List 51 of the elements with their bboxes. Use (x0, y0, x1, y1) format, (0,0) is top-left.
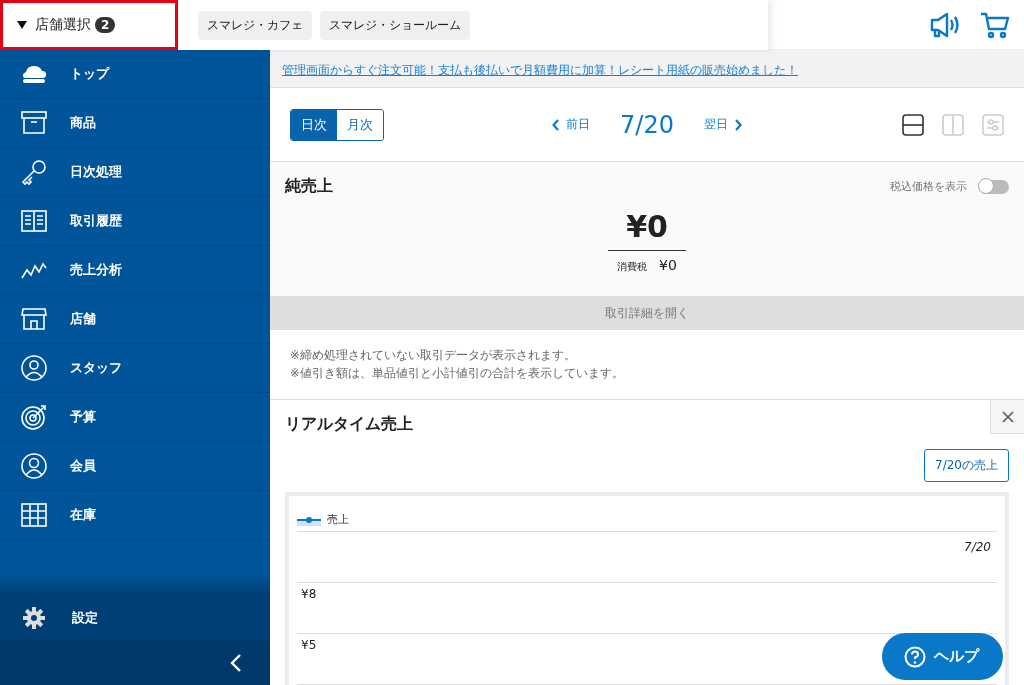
store-chip[interactable]: スマレジ・ショールーム (320, 10, 470, 40)
view-mode-button[interactable] (902, 113, 924, 136)
store-chip[interactable]: スマレジ・カフェ (198, 10, 312, 40)
close-icon (1001, 410, 1014, 423)
next-day-link[interactable]: 翌日 (703, 116, 742, 133)
y-axis-label: ¥5 (301, 638, 317, 652)
split-rows-icon (902, 113, 924, 136)
storefront-icon (20, 305, 48, 333)
sliders-icon (982, 113, 1004, 136)
person-icon (20, 452, 48, 480)
megaphone-button[interactable] (930, 10, 960, 39)
book-icon (20, 207, 48, 235)
note-text: ※値引き額は、単品値引と小計値引の合計を表示しています。 (290, 366, 625, 381)
settings-icon (22, 605, 46, 630)
key-icon (20, 158, 48, 186)
net-sales-amount: ¥0 (608, 209, 686, 251)
cart-icon (980, 10, 1010, 39)
period-tab[interactable]: 日次 (291, 109, 337, 140)
megaphone-icon (930, 10, 960, 39)
section-title: リアルタイム売上 (285, 414, 413, 433)
store-count-badge: 2 (95, 17, 116, 33)
collapse-button[interactable] (230, 653, 242, 673)
tax-toggle-switch[interactable] (979, 179, 1009, 194)
tax-label: 消費税 (617, 260, 648, 274)
y-axis-label: ¥8 (301, 587, 317, 601)
split-columns-icon (942, 113, 964, 136)
question-circle-icon (904, 645, 926, 668)
person-icon (20, 354, 48, 382)
daily-sales-button[interactable]: 7/20の売上 (924, 449, 1009, 482)
box-icon (20, 109, 48, 137)
details-button[interactable]: 取引詳細を開く (270, 296, 1024, 330)
section-title: 純売上 (285, 176, 333, 197)
store-select-button[interactable]: 店舗選択 2 (0, 0, 178, 50)
help-button[interactable]: ヘルプ (882, 633, 1003, 680)
tax-amount: ¥0 (659, 257, 677, 273)
chevron-left-icon (230, 653, 242, 673)
target-icon (20, 403, 48, 431)
chevron-right-icon (733, 118, 742, 131)
close-button[interactable] (990, 400, 1024, 434)
announcement-link[interactable]: 管理画面からすぐ注文可能！支払も後払いで月額費用に加算！レシート用紙の販売始めました！ (282, 63, 798, 77)
previous-day-link[interactable]: 前日 (552, 116, 591, 133)
note-text: ※締め処理されていない取引データが表示されます。 (290, 348, 577, 363)
chevron-left-icon (552, 118, 561, 131)
cart-button[interactable] (980, 10, 1010, 39)
caret-icon (17, 21, 27, 29)
settings-item[interactable]: 設定 (0, 594, 270, 641)
grid-icon (20, 501, 48, 529)
current-date: 7/20 (620, 110, 674, 139)
chart-date-label: 7/20 (964, 540, 991, 554)
legend-label: 売上 (327, 512, 349, 527)
toggle-label: 税込価格を表示 (890, 179, 967, 194)
